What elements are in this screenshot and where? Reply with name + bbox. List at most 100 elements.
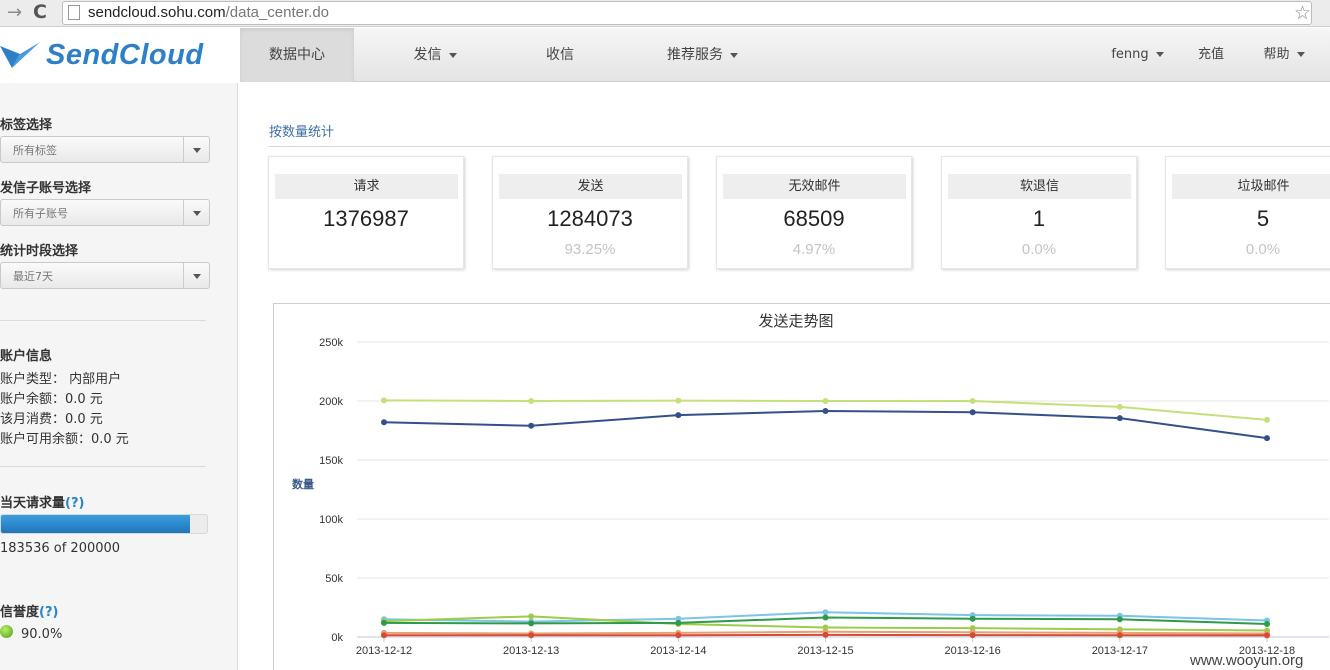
stat-label: 请求 xyxy=(275,174,458,199)
logo[interactable]: SendCloud xyxy=(0,28,240,82)
tag-select[interactable]: 所有标签 xyxy=(0,136,210,163)
progress-fill xyxy=(1,515,191,533)
monthly-spend: 该月消费：0.0 元 xyxy=(0,412,103,427)
data-point xyxy=(822,609,829,616)
chevron-down-icon xyxy=(183,200,209,225)
y-tick-label: 0k xyxy=(331,632,343,644)
stat-card-soft-bounce: 软退信 1 0.0% xyxy=(941,156,1137,269)
stat-card-invalid: 无效邮件 68509 4.97% xyxy=(716,156,912,269)
available-balance: 账户可用余额：0.0 元 xyxy=(0,432,129,447)
data-point xyxy=(1116,616,1123,623)
y-tick-label: 100k xyxy=(319,514,343,526)
data-point xyxy=(675,397,682,404)
sendcloud-logo-icon xyxy=(0,42,40,68)
nav-help[interactable]: 帮助 xyxy=(1250,28,1318,82)
stat-label: 无效邮件 xyxy=(723,174,906,199)
forward-arrow-icon[interactable]: → xyxy=(7,2,22,23)
subaccount-select-label: 发信子账号选择 xyxy=(0,181,92,196)
data-point xyxy=(528,398,535,404)
data-point xyxy=(1264,632,1270,639)
data-point xyxy=(381,397,387,404)
data-point xyxy=(969,615,976,622)
x-tick-label: 2013-12-15 xyxy=(797,645,853,657)
stat-card-spam: 垃圾邮件 5 0.0% xyxy=(1165,156,1330,269)
stat-value: 1376987 xyxy=(323,206,409,231)
section-title: 按数量统计 xyxy=(269,125,335,140)
data-point xyxy=(822,614,829,621)
chart-title: 发送走势图 xyxy=(758,312,833,330)
logo-text: SendCloud xyxy=(46,39,204,71)
page-icon xyxy=(68,5,80,20)
stat-label: 软退信 xyxy=(948,174,1131,199)
nav-receive[interactable]: 收信 xyxy=(520,28,600,82)
y-tick-label: 250k xyxy=(319,337,343,349)
top-navbar: SendCloud 数据中心 发信 收信 推荐服务 fenng 充值 帮助 xyxy=(0,28,1330,82)
data-point xyxy=(381,419,387,426)
data-point xyxy=(1116,403,1123,410)
daily-request-title: 当天请求量(?) xyxy=(0,496,85,511)
chevron-down-icon xyxy=(183,137,209,162)
y-axis-label: 数量 xyxy=(292,477,314,491)
stat-percent: 93.25% xyxy=(564,241,616,258)
stat-value: 1284073 xyxy=(547,206,633,231)
y-tick-label: 50k xyxy=(325,573,343,585)
address-bar[interactable]: sendcloud.sohu.com/data_center.do ☆ xyxy=(62,1,1312,25)
chevron-down-icon xyxy=(183,263,209,288)
divider xyxy=(0,466,206,467)
data-point xyxy=(1116,632,1123,639)
data-point xyxy=(1116,415,1123,422)
daily-request-text: 183536 of 200000 xyxy=(0,541,121,556)
reload-icon[interactable]: C xyxy=(33,1,47,23)
x-tick-label: 2013-12-14 xyxy=(650,645,706,657)
nav-send[interactable]: 发信 xyxy=(390,28,480,82)
data-point xyxy=(969,409,976,416)
account-balance: 账户余额：0.0 元 xyxy=(0,392,103,407)
divider xyxy=(0,320,206,321)
data-point xyxy=(381,632,387,639)
data-point xyxy=(675,412,682,419)
x-tick-label: 2013-12-13 xyxy=(503,645,559,657)
data-point xyxy=(528,632,535,639)
data-point xyxy=(1264,435,1270,442)
chevron-down-icon xyxy=(1155,52,1164,57)
data-point xyxy=(822,631,829,638)
reputation-title: 信誉度(?) xyxy=(0,605,59,620)
stat-value: 1 xyxy=(1032,206,1046,231)
data-point xyxy=(969,398,976,404)
data-point xyxy=(822,408,829,415)
period-select[interactable]: 最近7天 xyxy=(0,262,210,289)
data-point xyxy=(675,632,682,639)
help-icon[interactable]: (?) xyxy=(39,605,58,620)
data-point xyxy=(675,619,682,626)
reputation-status-icon xyxy=(0,625,13,638)
data-point xyxy=(822,398,829,404)
stat-label: 垃圾邮件 xyxy=(1172,174,1330,199)
data-point xyxy=(528,613,535,620)
data-point xyxy=(1264,621,1270,628)
nav-user-menu[interactable]: fenng xyxy=(1100,28,1175,82)
nav-recommended[interactable]: 推荐服务 xyxy=(645,28,760,82)
x-tick-label: 2013-12-17 xyxy=(1092,645,1148,657)
url-text: sendcloud.sohu.com/data_center.do xyxy=(88,4,330,21)
stat-label: 发送 xyxy=(499,174,682,199)
section-divider xyxy=(269,146,1330,147)
account-info-title: 账户信息 xyxy=(0,349,53,364)
data-point xyxy=(381,619,387,626)
account-type: 账户类型： 内部用户 xyxy=(0,372,122,387)
help-icon[interactable]: (?) xyxy=(65,496,84,511)
stat-value: 5 xyxy=(1256,206,1270,231)
nav-recharge[interactable]: 充值 xyxy=(1185,28,1237,82)
reputation-value: 90.0% xyxy=(21,627,63,642)
subaccount-select[interactable]: 所有子账号 xyxy=(0,199,210,226)
chevron-down-icon xyxy=(448,52,457,58)
data-point xyxy=(528,620,535,627)
stat-value: 68509 xyxy=(783,206,845,231)
sidebar: 标签选择 所有标签 发信子账号选择 所有子账号 统计时段选择 最近7天 账户信息… xyxy=(0,83,238,670)
nav-data-center[interactable]: 数据中心 xyxy=(240,28,354,82)
period-select-label: 统计时段选择 xyxy=(0,244,79,259)
tag-select-label: 标签选择 xyxy=(0,118,53,133)
y-tick-label: 200k xyxy=(319,396,343,408)
bookmark-star-icon[interactable]: ☆ xyxy=(1294,2,1311,24)
stat-percent: 0.0% xyxy=(1245,241,1281,258)
watermark: www.wooyun.org xyxy=(1190,652,1304,669)
